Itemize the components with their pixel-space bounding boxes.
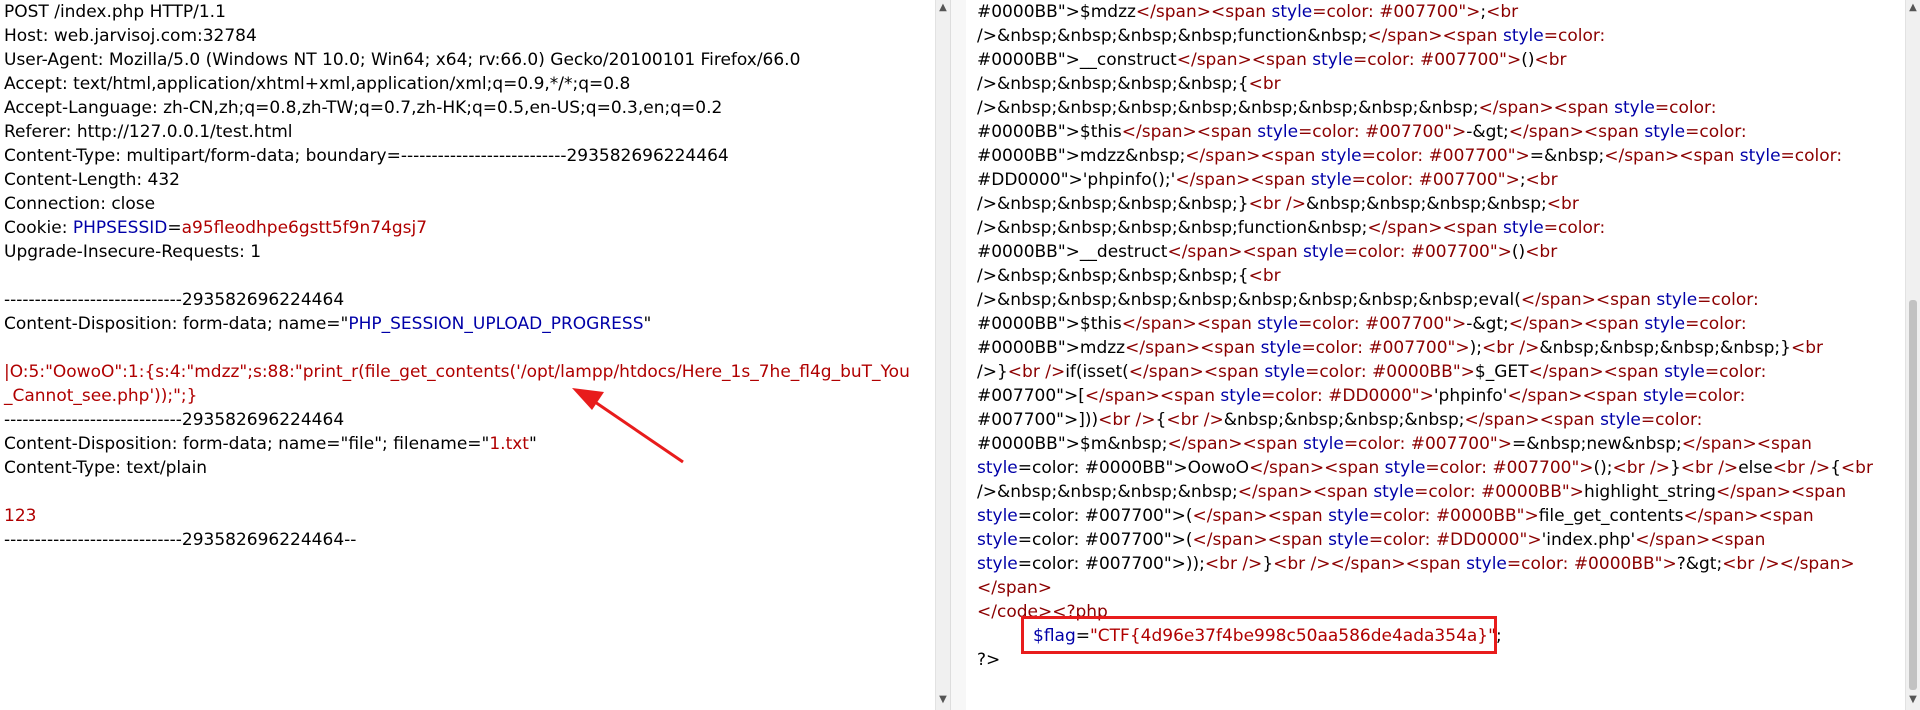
annotation-arrow-icon: [572, 388, 684, 464]
